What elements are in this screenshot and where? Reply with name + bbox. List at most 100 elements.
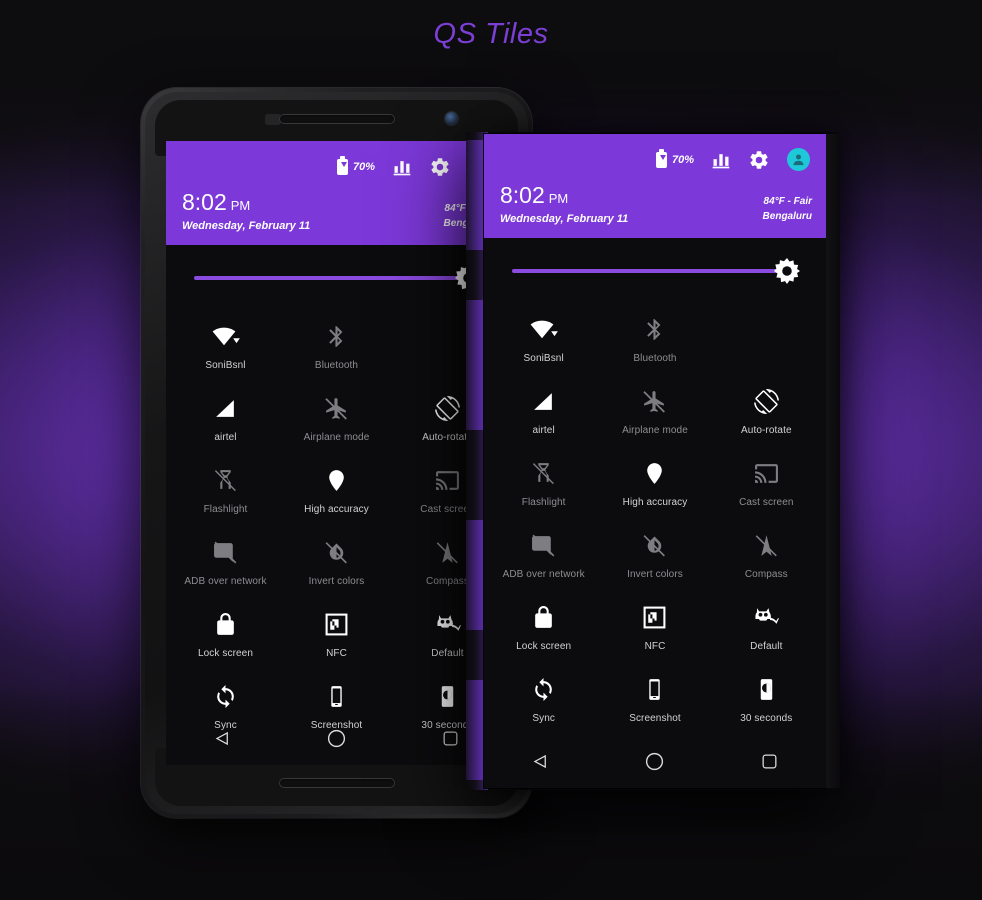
nav-back-triangle-icon[interactable]: [213, 729, 232, 753]
qs-tile-label: Compass: [744, 569, 788, 580]
airplane-off-icon: [281, 393, 392, 423]
qs-tile-flashlight[interactable]: Flashlight: [488, 446, 599, 518]
clock-time: 8:02 PM: [500, 182, 569, 208]
qs-tile-airplane-mode[interactable]: Airplane mode: [281, 381, 392, 453]
brightness-track[interactable]: [194, 276, 465, 280]
battery-charging-icon: [655, 149, 667, 168]
qs-panel-screen-right: 70% 8:02 PM Wednesday, February 11 84°F - Fa…: [484, 134, 826, 788]
weather-block[interactable]: 84°F - Fair Bengaluru: [763, 195, 812, 224]
qs-tile-sonibsnl[interactable]: SoniBsnl: [170, 309, 281, 381]
qs-tile-label: Invert colors: [308, 576, 365, 587]
qs-tile-grid: SoniBsnl Bluetooth airtel Airplane mode Auto…: [484, 302, 826, 734]
qs-tile-airtel[interactable]: airtel: [170, 381, 281, 453]
clock-ampm: PM: [548, 191, 569, 206]
qs-tile-label: Airplane mode: [622, 425, 688, 436]
invert-colors-off-icon: [599, 530, 710, 560]
qs-tile-nfc[interactable]: NFC: [281, 597, 392, 669]
qs-tile-cast-screen[interactable]: Cast screen: [711, 446, 822, 518]
qs-tile-row: airtel Airplane mode Auto-rotate: [170, 381, 503, 453]
clock-block[interactable]: 8:02 PM Wednesday, February 11: [500, 182, 628, 226]
qs-tile-flashlight[interactable]: Flashlight: [170, 453, 281, 525]
navigation-bar: [166, 717, 507, 765]
qs-tile-label: NFC: [326, 648, 347, 659]
qs-tile-label: Bluetooth: [633, 353, 677, 364]
qs-tile-default[interactable]: Default: [711, 590, 822, 662]
qs-tile-row: ADB over network Invert colors Compass: [170, 525, 503, 597]
qs-tile-adb-over-network[interactable]: ADB over network: [488, 518, 599, 590]
bottom-speaker-grille: [278, 778, 395, 788]
qs-tile-label: High accuracy: [622, 497, 688, 508]
qs-tile-lock-screen[interactable]: Lock screen: [170, 597, 281, 669]
navigation-bar: [484, 740, 826, 788]
qs-tile-lock-screen[interactable]: Lock screen: [488, 590, 599, 662]
qs-tile-adb-over-network[interactable]: ADB over network: [170, 525, 281, 597]
phone-right-side-edge: [826, 134, 840, 788]
qs-tile-label: SoniBsnl: [205, 360, 246, 371]
qs-tile-auto-rotate[interactable]: Auto-rotate: [711, 374, 822, 446]
qs-tile-row: SoniBsnl Bluetooth: [170, 309, 503, 381]
nfc-icon: [281, 609, 392, 639]
battery-status: 70%: [336, 156, 375, 175]
qs-panel-screen-left: 70%8:02PMWednesday, February 1184°F - Fa…: [166, 141, 507, 765]
cast-screen-icon: [711, 458, 822, 488]
nav-recents-square-icon[interactable]: [760, 752, 779, 776]
nav-home-circle-icon[interactable]: [644, 751, 665, 777]
qs-tile-airtel[interactable]: airtel: [488, 374, 599, 446]
qs-tile-invert-colors[interactable]: Invert colors: [599, 518, 710, 590]
user-avatar-icon[interactable]: [787, 148, 810, 171]
brightness-slider[interactable]: [484, 238, 826, 302]
qs-tile-label: Lock screen: [197, 648, 254, 659]
qs-tile-empty: [711, 302, 822, 374]
battery-percent: 70%: [352, 160, 375, 173]
qs-tile-label: Flashlight: [203, 504, 248, 515]
qs-tile-label: High accuracy: [304, 504, 369, 515]
qs-tile-airplane-mode[interactable]: Airplane mode: [599, 374, 710, 446]
auto-rotate-icon: [711, 386, 822, 416]
compass-off-icon: [711, 530, 822, 560]
adb-network-off-icon: [170, 537, 281, 567]
clock-time: 8:02 PM: [182, 189, 251, 215]
qs-tile-label: SoniBsnl: [523, 353, 564, 364]
qs-tile-nfc[interactable]: NFC: [599, 590, 710, 662]
qs-tile-high-accuracy[interactable]: High accuracy: [599, 446, 710, 518]
qs-tile-invert-colors[interactable]: Invert colors: [281, 525, 392, 597]
airplane-off-icon: [599, 386, 710, 416]
nav-back-triangle-icon[interactable]: [531, 752, 550, 776]
clock-block[interactable]: 8:02 PM Wednesday, February 11: [182, 189, 310, 233]
cid-mascot-icon: [711, 602, 822, 632]
qs-tile-label: airtel: [214, 432, 237, 443]
gear-icon[interactable]: [429, 156, 451, 178]
qs-tile-row: Flashlight High accuracy Cast screen: [488, 446, 822, 518]
qs-tile-label: NFC: [644, 641, 666, 652]
qs-tile-30-seconds[interactable]: 30 seconds: [711, 662, 822, 734]
qs-tile-screenshot[interactable]: Screenshot: [599, 662, 710, 734]
signal-bars-icon[interactable]: [392, 157, 412, 177]
qs-tile-sonibsnl[interactable]: SoniBsnl: [488, 302, 599, 374]
adb-network-off-icon: [488, 530, 599, 560]
qs-tile-bluetooth[interactable]: Bluetooth: [599, 302, 710, 374]
wifi-icon: [170, 321, 281, 351]
qs-tile-row: Sync Screenshot 30 seconds: [488, 662, 822, 734]
screen-timeout-icon: [711, 674, 822, 704]
qs-tile-high-accuracy[interactable]: High accuracy: [281, 453, 392, 525]
brightness-sun-icon[interactable]: [774, 258, 800, 284]
front-camera-icon: [445, 112, 458, 125]
sync-icon: [170, 681, 281, 711]
earpiece-speaker: [278, 114, 395, 124]
qs-tile-label: Bluetooth: [314, 360, 359, 371]
qs-header: 70% 8:02PM Wednesday, February 11 84°F - Fa…: [484, 134, 826, 238]
location-pin-icon: [599, 458, 710, 488]
qs-tile-bluetooth[interactable]: Bluetooth: [281, 309, 392, 381]
brightness-slider[interactable]: [166, 245, 507, 309]
nav-recents-square-icon[interactable]: [441, 729, 460, 753]
brightness-track[interactable]: [512, 269, 784, 273]
screenshot-phone-icon: [599, 674, 710, 704]
qs-tile-label: Lock screen: [516, 641, 572, 652]
qs-tile-label: ADB over network: [184, 576, 267, 587]
qs-tile-compass[interactable]: Compass: [711, 518, 822, 590]
signal-bars-icon[interactable]: [711, 150, 731, 170]
nav-home-circle-icon[interactable]: [326, 728, 347, 754]
qs-tile-sync[interactable]: Sync: [488, 662, 599, 734]
cell-signal-icon: [488, 386, 599, 416]
gear-icon[interactable]: [748, 149, 770, 171]
